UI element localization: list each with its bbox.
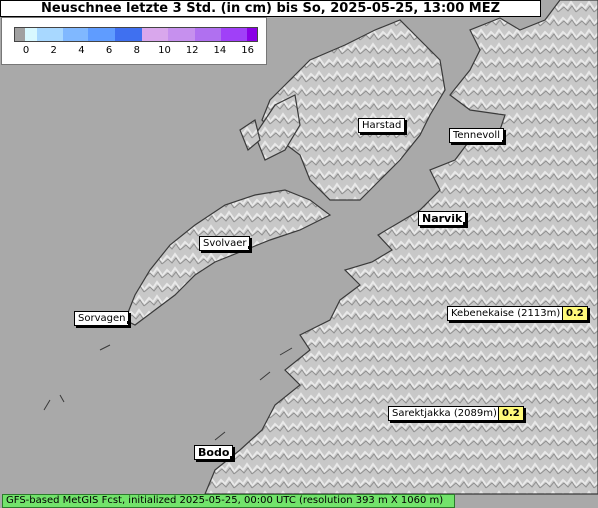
legend-swatch [88,28,115,41]
legend-tick-label: 14 [213,45,227,56]
legend-swatch [24,28,38,41]
snow-legend: 0 2 4 6 8 10 12 14 16 [1,17,267,65]
legend-tick-label: 8 [133,45,140,56]
legend-tick-label: 16 [241,45,254,56]
legend-swatch [15,28,25,41]
legend-color-bar [14,27,258,42]
legend-swatch [114,28,142,41]
snow-value-sarektjakka: 0.2 [498,406,524,421]
legend-tick-label: 6 [105,45,113,56]
legend-swatch [62,28,89,41]
snow-value-kebnekaise: 0.2 [562,306,588,321]
forecast-info-footer: GFS-based MetGIS Fcst, initialized 2025-… [2,494,455,508]
legend-tick-label: 2 [50,45,57,56]
place-label-sorvagen: Sorvagen [74,311,130,326]
place-label-sarektjakka: Sarektjakka (2089m) [388,406,501,421]
legend-tick-label: 12 [185,45,199,56]
place-label-svolvaer: Svolvaer [199,236,251,251]
place-marker-bodo [230,456,233,459]
legend-swatch [247,28,258,41]
legend-swatch [141,28,169,41]
place-label-harstad: Harstad [358,118,406,133]
place-label-narvik: Narvik [418,211,467,226]
place-label-tennevoll: Tennevoll [449,128,504,143]
legend-tick-label: 0 [22,45,30,56]
map-title: Neuschnee letzte 3 Std. (in cm) bis So, … [0,0,541,17]
legend-tick-label: 10 [158,45,171,56]
place-label-bodo: Bodo [194,445,234,460]
place-marker-harstad [404,128,407,131]
place-marker-svolvaer [248,246,251,249]
place-marker-sorvagen [127,321,130,324]
place-marker-tennevoll [502,140,505,143]
place-label-kebnekaise: Kebenekaise (2113m) [447,306,565,321]
legend-swatch [168,28,195,41]
legend-swatch [37,28,63,41]
place-marker-narvik [463,222,466,225]
legend-tick-label: 4 [78,45,85,56]
terrain-map [0,0,598,508]
legend-swatch [194,28,221,41]
legend-swatch [220,28,248,41]
